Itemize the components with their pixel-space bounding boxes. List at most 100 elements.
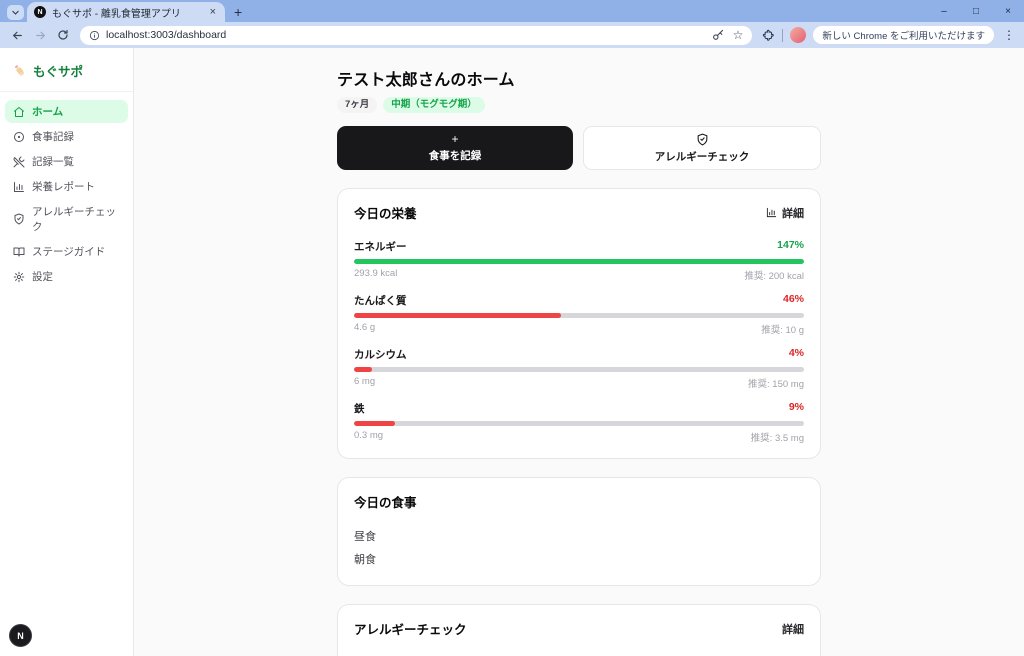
details-label: 詳細 bbox=[782, 623, 804, 636]
back-button[interactable] bbox=[7, 25, 27, 45]
progress-bar bbox=[354, 421, 804, 427]
nutrient-row-iron: 鉄 9% 0.3 mg 推奨: 3.5 mg bbox=[354, 401, 804, 444]
tab-search-button[interactable] bbox=[7, 5, 24, 20]
reload-button[interactable] bbox=[53, 25, 73, 45]
progress-fill bbox=[354, 259, 804, 265]
tab-title: もぐサポ - 離乳食管理アプリ bbox=[52, 8, 181, 20]
utensils-crossed-icon bbox=[13, 156, 25, 167]
back-arrow-icon bbox=[12, 31, 22, 39]
allergy-card: アレルギーチェック 詳細 チェック済み 0 / 102 bbox=[337, 604, 821, 656]
nutrient-value: 293.9 kcal bbox=[354, 268, 398, 280]
sidebar-item-stage-guide[interactable]: ステージガイド bbox=[5, 240, 128, 263]
sidebar-item-label: 記録一覧 bbox=[32, 156, 74, 168]
shield-check-icon bbox=[697, 133, 707, 146]
progress-fill bbox=[354, 367, 372, 373]
record-meal-label: 食事を記録 bbox=[428, 150, 482, 163]
bar-chart-icon bbox=[14, 181, 24, 192]
nutrient-percent: 9% bbox=[788, 401, 804, 414]
chevron-down-icon bbox=[12, 10, 19, 15]
reload-icon bbox=[58, 29, 68, 40]
nutrient-recommended: 推奨: 3.5 mg bbox=[750, 433, 804, 445]
tab-favicon: N bbox=[34, 6, 46, 18]
sidebar-item-record-list[interactable]: 記録一覧 bbox=[5, 150, 128, 173]
nutrition-card: 今日の栄養 詳細 エネルギー 147% 293.9 kcal 推奨: 200 k… bbox=[337, 188, 821, 460]
browser-menu-icon[interactable]: ⋮ bbox=[1001, 28, 1017, 42]
forward-arrow-icon bbox=[35, 31, 45, 39]
maximize-button[interactable]: □ bbox=[960, 0, 992, 22]
allergy-details-link[interactable]: 詳細 bbox=[782, 621, 804, 637]
profile-avatar[interactable] bbox=[790, 27, 807, 43]
close-button[interactable]: × bbox=[992, 0, 1024, 22]
bookmark-star-icon[interactable]: ☆ bbox=[733, 29, 744, 41]
record-meal-button[interactable]: + 食事を記録 bbox=[337, 126, 573, 171]
address-bar[interactable]: localhost:3003/dashboard ☆ bbox=[80, 25, 753, 45]
nutrient-percent: 147% bbox=[777, 239, 804, 252]
meal-item-breakfast[interactable]: 朝食 bbox=[354, 551, 804, 567]
sidebar-item-allergy-check[interactable]: アレルギーチェック bbox=[5, 200, 128, 238]
browser-toolbar: localhost:3003/dashboard ☆ 新しい Chrome をご… bbox=[0, 22, 1024, 48]
sidebar-item-label: ホーム bbox=[32, 106, 64, 118]
sidebar-item-label: 栄養レポート bbox=[32, 181, 95, 193]
allergy-check-label: アレルギーチェック bbox=[654, 150, 750, 163]
nutrient-value: 4.6 g bbox=[354, 322, 376, 334]
stage-badge: 中期（モグモグ期） bbox=[383, 97, 485, 114]
page-title: テスト太郎さんのホーム bbox=[337, 72, 515, 89]
site-info-icon[interactable] bbox=[89, 30, 100, 41]
chrome-update-button[interactable]: 新しい Chrome をご利用いただけます bbox=[813, 26, 994, 44]
sidebar-item-label: 食事記録 bbox=[32, 131, 74, 143]
gear-icon bbox=[13, 271, 25, 282]
bar-chart-icon bbox=[766, 208, 777, 218]
nutrient-name: 鉄 bbox=[354, 403, 365, 416]
nextjs-devtools-button[interactable]: N bbox=[9, 624, 32, 647]
nutrient-row-calcium: カルシウム 4% 6 mg 推奨: 150 mg bbox=[354, 347, 804, 390]
meals-card-title: 今日の食事 bbox=[354, 496, 417, 511]
new-tab-button[interactable]: + bbox=[234, 5, 242, 19]
tab-close-icon[interactable]: × bbox=[208, 6, 218, 18]
progress-fill bbox=[354, 313, 561, 319]
circle-dot-icon bbox=[14, 131, 24, 142]
nutrient-name: カルシウム bbox=[354, 349, 407, 362]
nutrient-recommended: 推奨: 200 kcal bbox=[744, 271, 804, 283]
nutrient-recommended: 推奨: 10 g bbox=[761, 325, 804, 337]
progress-bar bbox=[354, 313, 804, 319]
sidebar-item-label: アレルギーチェック bbox=[32, 206, 116, 233]
allergy-card-title: アレルギーチェック bbox=[354, 623, 467, 638]
sidebar-item-label: ステージガイド bbox=[32, 246, 106, 258]
nutrient-row-protein: たんぱく質 46% 4.6 g 推奨: 10 g bbox=[354, 293, 804, 336]
sidebar-nav: ホーム 食事記録 記録一覧 栄養レポート アレルギーチェック ステージガイド 設… bbox=[0, 92, 133, 296]
extensions-puzzle-icon[interactable] bbox=[761, 28, 775, 42]
app-name: もぐサポ bbox=[33, 65, 84, 79]
forward-button[interactable] bbox=[30, 25, 50, 45]
app-logo[interactable]: もぐサポ bbox=[0, 48, 133, 92]
details-label: 詳細 bbox=[782, 207, 804, 220]
shield-check-icon bbox=[14, 213, 24, 225]
allergy-check-button[interactable]: アレルギーチェック bbox=[583, 126, 821, 171]
nutrient-name: たんぱく質 bbox=[354, 295, 407, 308]
nutrition-details-link[interactable]: 詳細 bbox=[766, 205, 804, 221]
nutrient-row-energy: エネルギー 147% 293.9 kcal 推奨: 200 kcal bbox=[354, 239, 804, 282]
sidebar-item-home[interactable]: ホーム bbox=[5, 100, 128, 123]
baby-bottle-icon bbox=[14, 65, 25, 76]
password-key-icon[interactable] bbox=[712, 29, 725, 42]
home-icon bbox=[14, 106, 24, 117]
nutrient-value: 0.3 mg bbox=[354, 430, 384, 442]
toolbar-separator bbox=[782, 28, 784, 42]
progress-bar bbox=[354, 367, 804, 373]
age-badge: 7ヶ月 bbox=[337, 97, 378, 114]
sidebar: もぐサポ ホーム 食事記録 記録一覧 栄養レポート アレルギーチェック ステージ… bbox=[0, 48, 134, 656]
toolbar-right-cluster: 新しい Chrome をご利用いただけます ⋮ bbox=[759, 26, 1017, 44]
window-controls: – □ × bbox=[928, 0, 1024, 22]
sidebar-item-nutrition-report[interactable]: 栄養レポート bbox=[5, 175, 128, 198]
sidebar-item-settings[interactable]: 設定 bbox=[5, 265, 128, 288]
badges-row: 7ヶ月 中期（モグモグ期） bbox=[337, 97, 821, 114]
browser-tab[interactable]: N もぐサポ - 離乳食管理アプリ × bbox=[27, 2, 225, 22]
url-text[interactable]: localhost:3003/dashboard bbox=[106, 29, 706, 41]
sidebar-item-meal-record[interactable]: 食事記録 bbox=[5, 125, 128, 148]
nutrient-percent: 46% bbox=[782, 293, 804, 306]
minimize-button[interactable]: – bbox=[928, 0, 960, 22]
quick-actions: + 食事を記録 アレルギーチェック bbox=[337, 126, 821, 171]
app-page: もぐサポ ホーム 食事記録 記録一覧 栄養レポート アレルギーチェック ステージ… bbox=[0, 48, 1024, 656]
progress-bar bbox=[354, 259, 804, 265]
open-book-icon bbox=[13, 247, 25, 256]
meal-item-lunch[interactable]: 昼食 bbox=[354, 528, 804, 544]
